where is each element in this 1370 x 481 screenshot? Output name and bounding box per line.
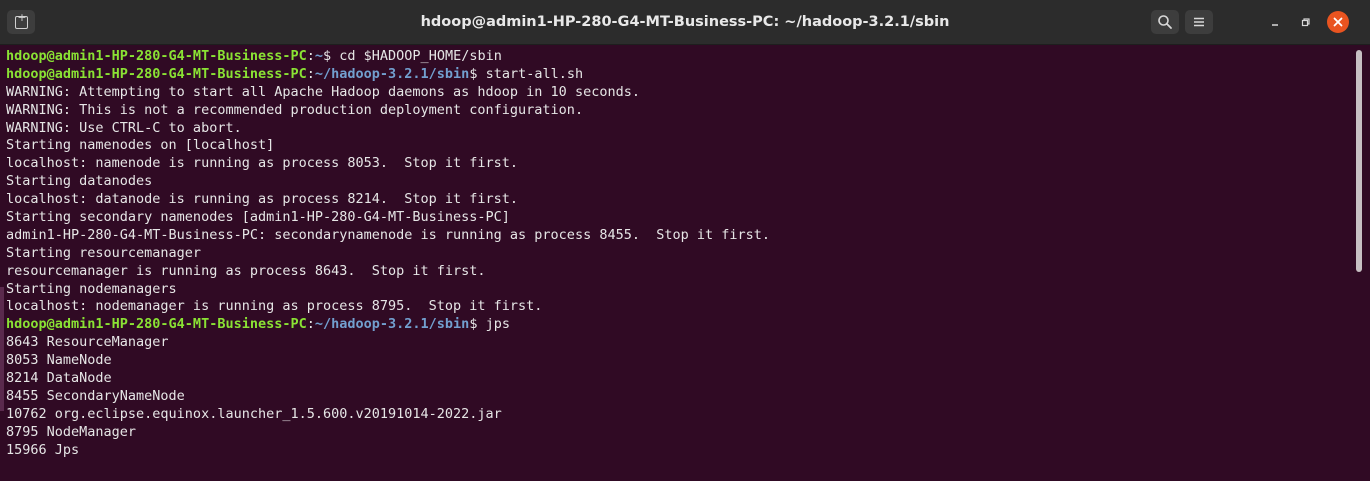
output-line: 8214 DataNode [6,370,112,387]
search-icon [1158,15,1172,29]
output-line: 8643 ResourceManager [6,334,169,351]
prompt-colon: : [306,48,315,64]
prompt-dollar: $ [323,48,332,64]
prompt-user: hdoop@admin1-HP-280-G4-MT-Business-PC [6,316,307,333]
hamburger-menu-icon [1194,17,1204,27]
output-line: resourcemanager is running as process 86… [6,262,486,279]
command-text: cd $HADOOP_HOME/sbin [331,48,502,64]
prompt-path: ~/hadoop-3.2.1/sbin [314,316,470,333]
prompt-line: hdoop@admin1-HP-280-G4-MT-Business-PC:~/… [6,66,1352,84]
output-line: 8795 NodeManager [6,423,137,440]
output-line: WARNING: Attempting to start all Apache … [6,83,640,100]
terminal-output[interactable]: hdoop@admin1-HP-280-G4-MT-Business-PC:~$… [0,45,1352,481]
output-line: Starting secondary namenodes [admin1-HP-… [6,209,510,226]
prompt-line: hdoop@admin1-HP-280-G4-MT-Business-PC:~$… [6,48,1352,66]
output-line: 8455 SecondaryNameNode [6,387,185,404]
prompt-user: hdoop@admin1-HP-280-G4-MT-Business-PC [6,65,307,82]
output-line: Starting namenodes on [localhost] [6,137,275,154]
output-line: Starting nodemanagers [6,280,177,297]
scrollbar-thumb[interactable] [1356,50,1362,272]
minimize-button[interactable] [1265,12,1285,32]
output-line: Starting datanodes [6,173,153,190]
maximize-icon [1301,18,1310,27]
prompt-line: hdoop@admin1-HP-280-G4-MT-Business-PC:~/… [6,316,1352,334]
output-line: Starting resourcemanager [6,244,202,261]
output-line: localhost: namenode is running as proces… [6,155,519,172]
prompt-user: hdoop@admin1-HP-280-G4-MT-Business-PC [6,48,307,64]
menu-button[interactable] [1185,10,1213,34]
prompt-path: ~ [314,48,324,64]
side-marker [0,287,4,411]
output-line: 15966 Jps [6,441,80,458]
search-button[interactable] [1151,10,1179,34]
terminal-window: + hdoop@admin1-HP-280-G4-MT-Business-PC:… [0,0,1370,481]
prompt-colon: : [306,316,315,333]
output-line: 8053 NameNode [6,352,112,369]
maximize-button[interactable] [1296,12,1316,32]
output-line: WARNING: Use CTRL-C to abort. [6,119,242,136]
output-line: 10762 org.eclipse.equinox.launcher_1.5.6… [6,405,502,422]
command-text: start-all.sh [477,65,584,82]
output-line: WARNING: This is not a recommended produ… [6,101,584,118]
output-line: admin1-HP-280-G4-MT-Business-PC: seconda… [6,226,771,243]
title-bar[interactable]: + hdoop@admin1-HP-280-G4-MT-Business-PC:… [0,0,1370,45]
output-line: localhost: nodemanager is running as pro… [6,298,543,315]
command-text: jps [477,316,510,333]
minimize-icon [1272,24,1278,26]
close-button[interactable] [1327,11,1349,33]
prompt-path: ~/hadoop-3.2.1/sbin [314,65,470,82]
output-line: localhost: datanode is running as proces… [6,191,519,208]
prompt-colon: : [306,65,315,82]
close-icon [1333,17,1343,27]
